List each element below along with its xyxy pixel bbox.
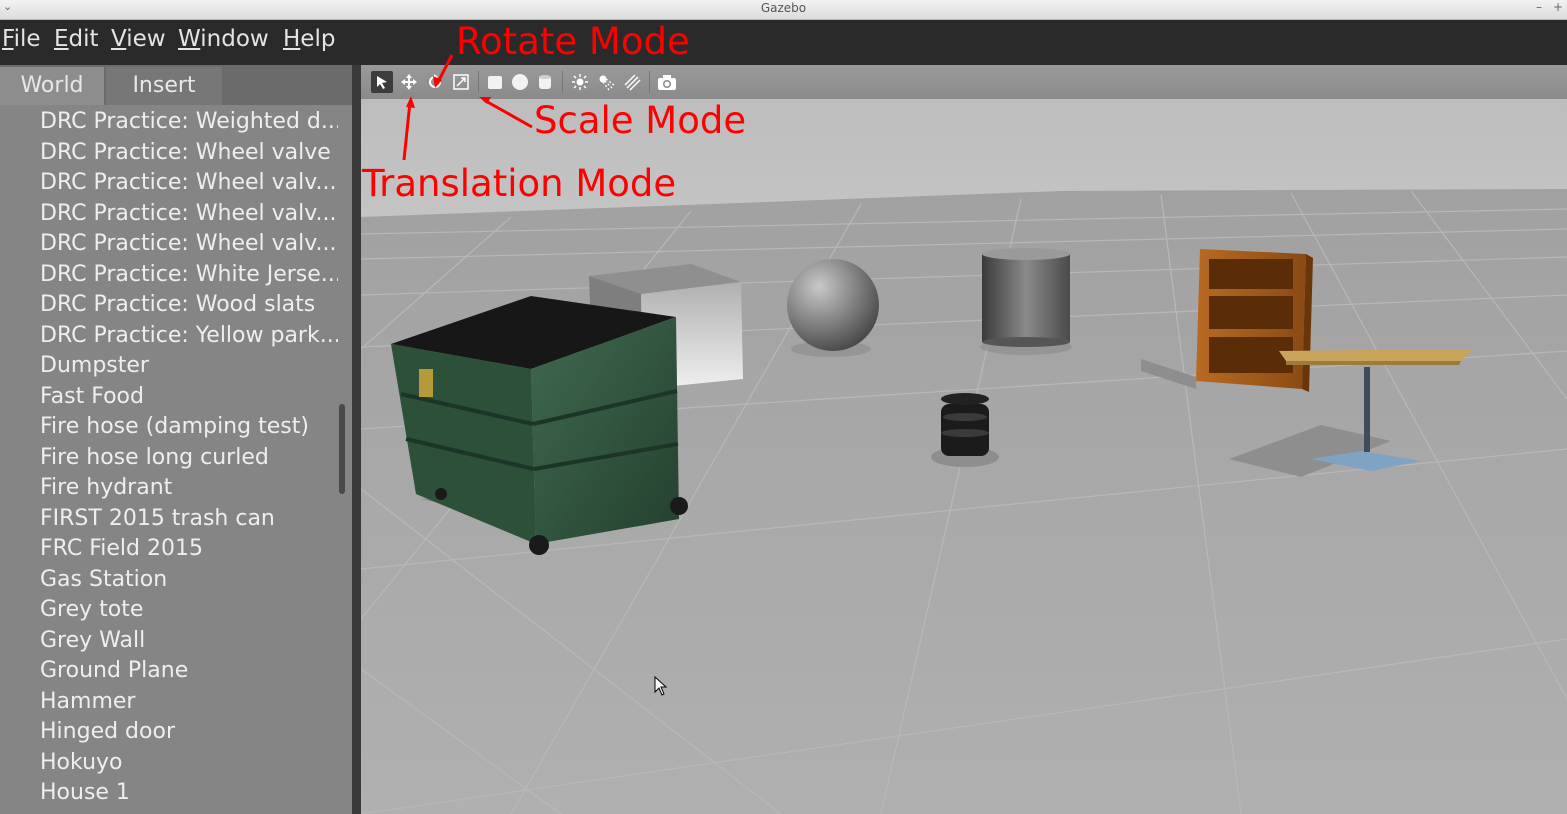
panel-splitter[interactable] xyxy=(352,65,361,814)
scale-mode-button[interactable] xyxy=(450,71,472,93)
panel-tabs: World Insert xyxy=(0,65,352,105)
list-item[interactable]: Hokuyo xyxy=(40,750,123,776)
menu-bar: File Edit View Window Help xyxy=(0,20,1567,65)
list-item[interactable]: Fast Food xyxy=(40,384,144,410)
toolbar-separator xyxy=(562,71,563,93)
list-item[interactable]: Hinged door xyxy=(40,719,175,745)
list-item[interactable]: Gas Station xyxy=(40,567,167,593)
list-item[interactable]: House 1 xyxy=(40,780,130,806)
toolbar-separator xyxy=(478,71,479,93)
list-item[interactable]: Fire hose long curled xyxy=(40,445,269,471)
box-icon xyxy=(488,76,502,89)
list-item[interactable]: Grey tote xyxy=(40,597,143,623)
list-item[interactable]: DRC Practice: Yellow park... xyxy=(40,323,338,349)
menu-window[interactable]: Window xyxy=(178,26,269,52)
list-item[interactable]: DRC Practice: Wood slats xyxy=(40,292,315,318)
select-mode-button[interactable] xyxy=(371,71,393,93)
window-title: Gazebo xyxy=(760,1,807,15)
list-item[interactable]: FIRST 2015 trash can xyxy=(40,506,275,532)
list-item[interactable]: Dumpster xyxy=(40,353,149,379)
screenshot-button[interactable] xyxy=(656,71,678,93)
list-item[interactable]: Hammer xyxy=(40,689,135,715)
list-item[interactable]: DRC Practice: White Jerse... xyxy=(40,262,338,288)
rotate-mode-annotation: Rotate Mode xyxy=(456,20,690,63)
tab-world[interactable]: World xyxy=(0,67,104,105)
list-item[interactable]: FRC Field 2015 xyxy=(40,536,203,562)
cursor-icon xyxy=(377,76,387,89)
minimize-icon[interactable]: – xyxy=(1536,0,1542,14)
list-item[interactable]: DRC Practice: Wheel valv... xyxy=(40,170,337,196)
left-panel: World Insert DRC Practice: Weighted d...… xyxy=(0,65,352,814)
menu-view[interactable]: View xyxy=(111,26,166,52)
window-titlebar: ⌄ Gazebo – + xyxy=(0,0,1567,20)
list-item[interactable]: DRC Practice: Wheel valv... xyxy=(40,201,337,227)
box-shape-button[interactable] xyxy=(484,71,506,93)
list-item[interactable]: DRC Practice: Weighted d... xyxy=(40,109,338,135)
sphere-shape-button[interactable] xyxy=(509,71,531,93)
menu-edit[interactable]: Edit xyxy=(54,26,99,52)
translation-mode-annotation: Translation Mode xyxy=(362,162,677,205)
list-item[interactable]: Fire hose (damping test) xyxy=(40,414,309,440)
sphere-icon xyxy=(512,74,528,90)
translate-mode-button[interactable] xyxy=(398,71,420,93)
move-arrows-icon xyxy=(401,74,417,90)
rotate-mode-button[interactable] xyxy=(424,71,446,93)
list-item[interactable]: Ground Plane xyxy=(40,658,188,684)
camera-icon xyxy=(658,75,676,90)
list-item[interactable]: Fire hydrant xyxy=(40,475,172,501)
tab-insert[interactable]: Insert xyxy=(106,67,222,105)
menu-file[interactable]: File xyxy=(2,26,41,52)
cylinder-shape-button[interactable] xyxy=(534,71,556,93)
directional-light-button[interactable] xyxy=(621,71,643,93)
rotate-icon xyxy=(429,74,441,88)
scale-icon xyxy=(453,74,469,90)
point-light-button[interactable] xyxy=(569,71,591,93)
list-item[interactable]: DRC Practice: Wheel valv... xyxy=(40,231,337,257)
viewport-toolbar xyxy=(361,65,1567,100)
maximize-icon[interactable]: + xyxy=(1553,0,1563,14)
scale-mode-annotation: Scale Mode xyxy=(534,99,747,142)
directional-light-icon xyxy=(624,74,641,91)
toolbar-separator xyxy=(649,71,650,93)
list-item[interactable]: DRC Practice: Wheel valve xyxy=(40,140,331,166)
spot-light-icon xyxy=(599,75,615,91)
cylinder-icon xyxy=(539,75,551,89)
list-scrollbar-thumb[interactable] xyxy=(339,404,345,494)
list-item[interactable]: Grey Wall xyxy=(40,628,145,654)
menu-help[interactable]: Help xyxy=(283,26,335,52)
spot-light-button[interactable] xyxy=(595,71,617,93)
model-list: DRC Practice: Weighted d... DRC Practice… xyxy=(0,109,338,814)
scene-render[interactable] xyxy=(361,99,1567,814)
point-light-icon xyxy=(572,74,588,90)
